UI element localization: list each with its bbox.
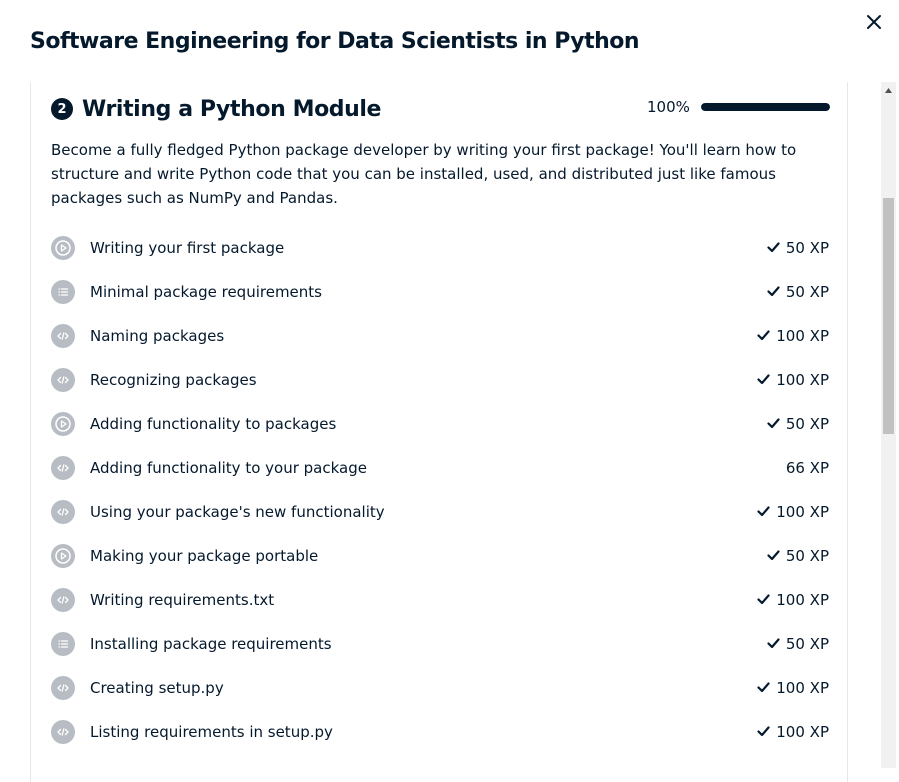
- checkmark-icon: [757, 591, 770, 609]
- lesson-xp-value: 66 XP: [785, 459, 829, 477]
- checkmark-icon: [767, 415, 780, 433]
- close-icon[interactable]: [866, 14, 882, 30]
- lesson-title: Installing package requirements: [90, 635, 332, 653]
- checkmark-icon: [767, 635, 780, 653]
- code-exercise-icon: [51, 456, 75, 480]
- video-play-icon: [51, 544, 75, 568]
- checkmark-icon: [757, 503, 770, 521]
- lesson-item[interactable]: Using your package's new functionality 10…: [51, 490, 829, 534]
- lesson-xp: 50 XP: [767, 547, 829, 565]
- lesson-title: Minimal package requirements: [90, 283, 322, 301]
- checkmark-icon: [757, 327, 770, 345]
- lesson-xp: 100 XP: [757, 591, 829, 609]
- lesson-title: Adding functionality to packages: [90, 415, 337, 433]
- checkmark-icon: [757, 679, 770, 697]
- lesson-xp-value: 50 XP: [785, 283, 829, 301]
- lesson-title: Writing requirements.txt: [90, 591, 275, 609]
- lesson-xp: 66 XP: [786, 459, 829, 477]
- lesson-item[interactable]: Making your package portable 50 XP: [51, 534, 829, 578]
- lesson-xp-value: 100 XP: [776, 503, 829, 521]
- lesson-item[interactable]: Listing requirements in setup.py 100 XP: [51, 710, 829, 754]
- lesson-xp-value: 100 XP: [776, 591, 829, 609]
- lesson-title: Creating setup.py: [90, 679, 224, 697]
- lesson-title: Listing requirements in setup.py: [90, 723, 333, 741]
- checkmark-icon: [757, 723, 770, 741]
- scrollbar[interactable]: [881, 82, 896, 768]
- lesson-title: Using your package's new functionality: [90, 503, 385, 521]
- scroll-up-button[interactable]: [881, 82, 896, 99]
- progress-bar-fill: [700, 103, 830, 111]
- scroll-up-arrow-icon: [885, 88, 892, 93]
- checkmark-icon: [767, 283, 780, 301]
- lesson-xp-value: 100 XP: [776, 371, 829, 389]
- lesson-title: Recognizing packages: [90, 371, 257, 389]
- lesson-xp: 50 XP: [767, 239, 829, 257]
- scrollbar-thumb[interactable]: [883, 198, 894, 434]
- chapter-card: 2 Writing a Python Module 100% Become a …: [30, 82, 848, 782]
- lesson-title: Adding functionality to your package: [90, 459, 367, 477]
- lesson-item[interactable]: Naming packages 100 XP: [51, 314, 829, 358]
- code-exercise-icon: [51, 368, 75, 392]
- lesson-xp: 100 XP: [757, 723, 829, 741]
- code-exercise-icon: [51, 588, 75, 612]
- lesson-item[interactable]: Writing requirements.txt 100 XP: [51, 578, 829, 622]
- checkmark-icon: [757, 371, 770, 389]
- checkmark-icon: [767, 547, 780, 565]
- code-exercise-icon: [51, 676, 75, 700]
- lesson-item[interactable]: Adding functionality to your package 66 X…: [51, 446, 829, 490]
- lesson-xp-value: 100 XP: [776, 679, 829, 697]
- lesson-item[interactable]: Recognizing packages 100 XP: [51, 358, 829, 402]
- checkmark-icon: [767, 239, 780, 257]
- lesson-list: Writing your first package 50 XP Minimal p…: [51, 226, 829, 754]
- lesson-xp: 100 XP: [757, 679, 829, 697]
- lesson-xp-value: 50 XP: [785, 635, 829, 653]
- lesson-title: Naming packages: [90, 327, 225, 345]
- multiple-choice-list-icon: [51, 632, 75, 656]
- video-play-icon: [51, 236, 75, 260]
- lesson-xp-value: 100 XP: [776, 327, 829, 345]
- close-button[interactable]: [862, 10, 886, 34]
- lesson-xp: 50 XP: [767, 415, 829, 433]
- code-exercise-icon: [51, 720, 75, 744]
- lesson-xp: 50 XP: [767, 283, 829, 301]
- chapter-header: 2 Writing a Python Module: [51, 94, 381, 124]
- chapter-number-badge: 2: [51, 98, 73, 120]
- lesson-item[interactable]: Creating setup.py 100 XP: [51, 666, 829, 710]
- lesson-item[interactable]: Installing package requirements 50 XP: [51, 622, 829, 666]
- lesson-xp: 100 XP: [757, 503, 829, 521]
- progress-bar: [700, 103, 830, 111]
- lesson-title: Making your package portable: [90, 547, 319, 565]
- lesson-item[interactable]: Writing your first package 50 XP: [51, 226, 829, 270]
- modal-title: Software Engineering for Data Scientists…: [30, 29, 640, 54]
- lesson-xp-value: 50 XP: [785, 239, 829, 257]
- lesson-xp: 100 XP: [757, 371, 829, 389]
- lesson-xp: 100 XP: [757, 327, 829, 345]
- lesson-xp-value: 50 XP: [785, 415, 829, 433]
- lesson-item[interactable]: Minimal package requirements 50 XP: [51, 270, 829, 314]
- multiple-choice-list-icon: [51, 280, 75, 304]
- chapter-progress: 100%: [647, 98, 830, 116]
- progress-percent: 100%: [647, 98, 690, 116]
- lesson-item[interactable]: Adding functionality to packages 50 XP: [51, 402, 829, 446]
- code-exercise-icon: [51, 324, 75, 348]
- lesson-title: Writing your first package: [90, 239, 285, 257]
- lesson-xp-value: 100 XP: [776, 723, 829, 741]
- chapter-title: Writing a Python Module: [82, 96, 382, 122]
- chapter-description: Become a fully fledged Python package de…: [51, 141, 797, 207]
- lesson-xp: 50 XP: [767, 635, 829, 653]
- video-play-icon: [51, 412, 75, 436]
- code-exercise-icon: [51, 500, 75, 524]
- lesson-xp-value: 50 XP: [785, 547, 829, 565]
